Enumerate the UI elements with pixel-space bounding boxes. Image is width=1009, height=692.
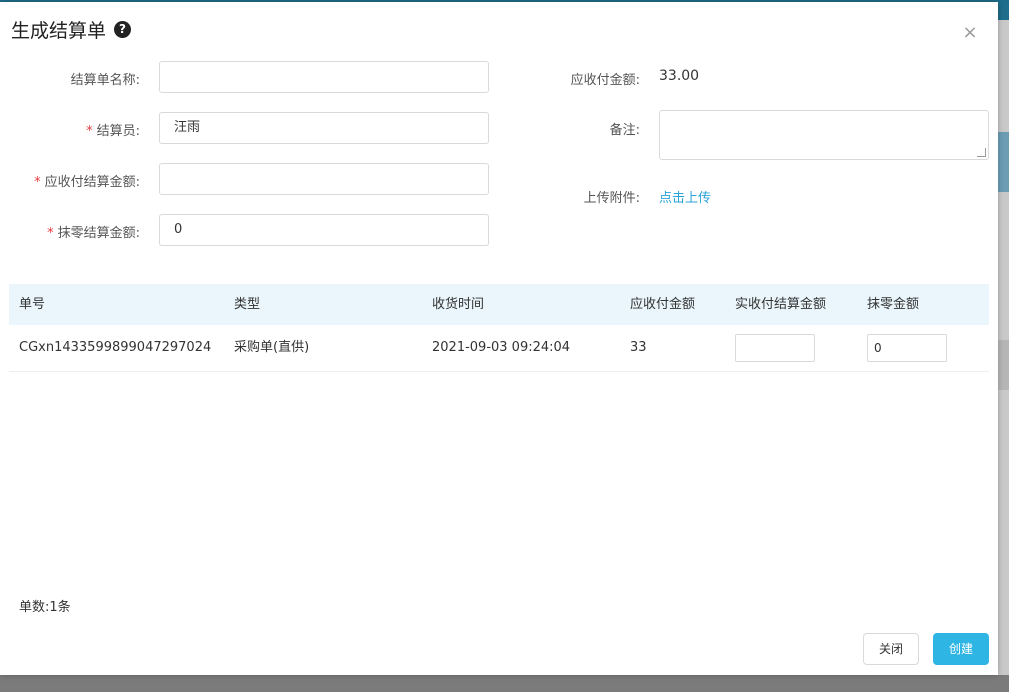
- background-page-edge: [998, 20, 1009, 692]
- remark-textarea[interactable]: [659, 110, 989, 160]
- name-label: 结算单名称:: [20, 69, 140, 88]
- rounding-label: * 抹零结算金额:: [10, 222, 140, 241]
- rounding-label-text: 抹零结算金额:: [57, 226, 140, 241]
- background-block: [998, 132, 1009, 192]
- remark-label: 备注:: [609, 123, 640, 138]
- due-settle-label: * 应收付结算金额:: [10, 171, 140, 190]
- required-mark: *: [47, 226, 54, 241]
- background-block: [998, 340, 1009, 390]
- receivable-value: 33.00: [659, 68, 700, 84]
- column-header: 抹零金额: [867, 297, 920, 312]
- table-header: 单号 类型 收货时间 应收付金额 实收付结算金额 抹零金额: [9, 284, 989, 325]
- settler-label: * 结算员:: [20, 120, 140, 139]
- question-circle-icon[interactable]: ?: [114, 21, 132, 38]
- name-label-text: 结算单名称:: [70, 73, 140, 88]
- receive-time: 2021-09-03 09:24:04: [432, 340, 571, 355]
- resize-handle[interactable]: [977, 148, 986, 157]
- column-header: 应收付金额: [630, 297, 696, 312]
- settler-label-text: 结算员:: [96, 124, 140, 139]
- rounding-cell-input[interactable]: 0: [867, 334, 947, 362]
- settlement-name-input[interactable]: [159, 61, 489, 93]
- actual-settle-input[interactable]: [735, 334, 815, 362]
- order-number: CGxn1433599899047297024: [19, 340, 212, 355]
- close-button[interactable]: 关闭: [863, 633, 919, 665]
- required-mark: *: [86, 124, 93, 139]
- dialog-title-text: 生成结算单: [11, 20, 107, 42]
- order-count: 单数:1条: [19, 600, 71, 615]
- receivable-amount: 33: [630, 340, 647, 355]
- column-header: 类型: [234, 297, 261, 312]
- close-icon[interactable]: ×: [961, 24, 979, 42]
- rounding-amount-input[interactable]: 0: [159, 214, 489, 246]
- dialog-title: 生成结算单 ?: [11, 16, 132, 43]
- column-header: 实收付结算金额: [735, 297, 827, 312]
- due-settle-amount-input[interactable]: [159, 163, 489, 195]
- create-button[interactable]: 创建: [933, 633, 989, 665]
- column-header: 收货时间: [432, 297, 485, 312]
- upload-link[interactable]: 点击上传: [659, 187, 711, 206]
- due-settle-label-text: 应收付结算金额:: [44, 175, 140, 190]
- order-table: 单号 类型 收货时间 应收付金额 实收付结算金额 抹零金额 CGxn143359…: [9, 284, 989, 372]
- order-type: 采购单(直供): [234, 340, 310, 355]
- column-header: 单号: [19, 297, 46, 312]
- receivable-label: 应收付金额:: [570, 73, 640, 88]
- background-overlay-bottom: [0, 675, 1009, 692]
- settler-input[interactable]: 汪雨: [159, 112, 489, 144]
- attachment-label: 上传附件:: [583, 191, 640, 206]
- table-row: CGxn1433599899047297024 采购单(直供) 2021-09-…: [9, 325, 989, 372]
- required-mark: *: [34, 175, 41, 190]
- settlement-dialog: 生成结算单 ? × 结算单名称: * 结算员: 汪雨 * 应收付结算金额: * 抹零结…: [0, 2, 998, 675]
